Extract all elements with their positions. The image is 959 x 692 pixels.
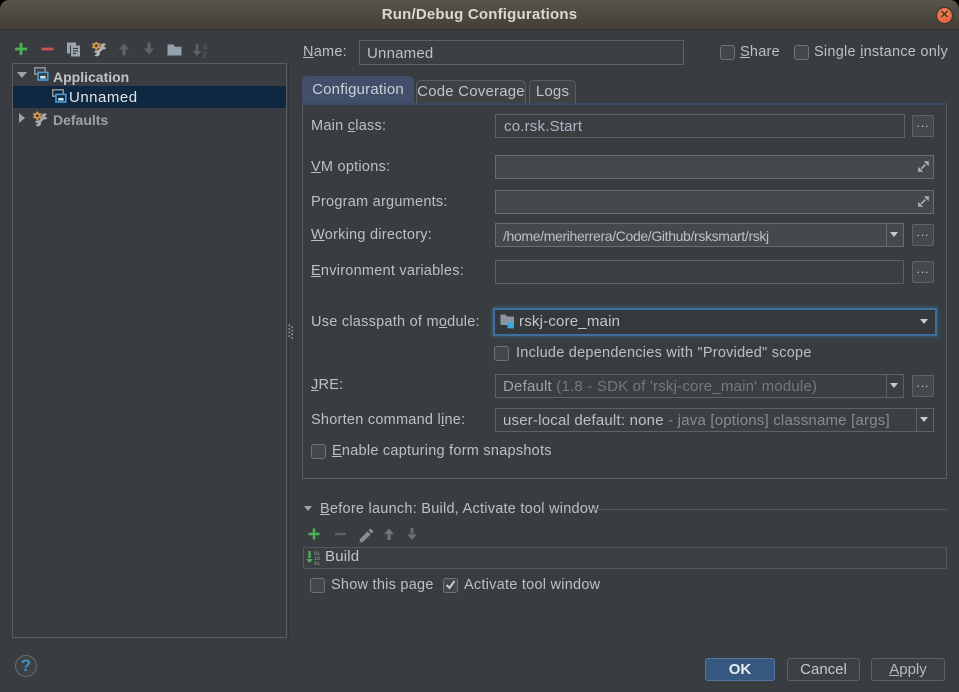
svg-text:01: 01 [314,561,320,565]
svg-text:z: z [203,50,208,60]
